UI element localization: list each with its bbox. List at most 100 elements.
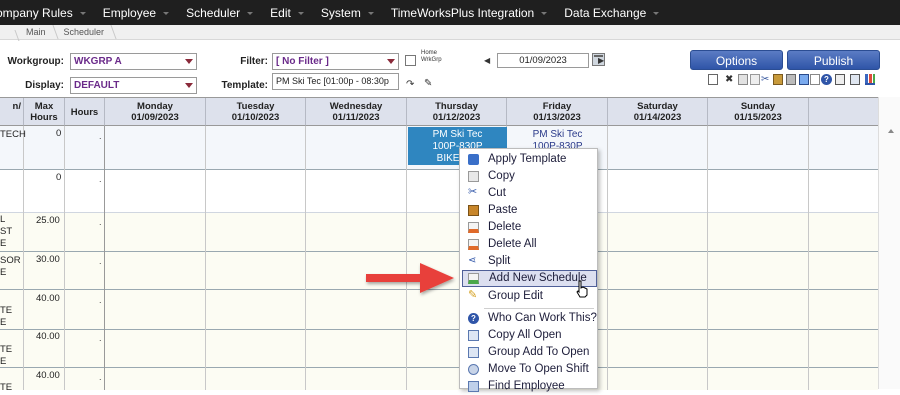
paste-icon[interactable] — [773, 74, 783, 85]
breadcrumb-scheduler[interactable]: Scheduler — [56, 27, 115, 37]
menu-item-apply-template[interactable]: Apply Template — [462, 151, 597, 168]
split-icon: ⋖ — [468, 255, 477, 266]
breadcrumb-main[interactable]: Main — [18, 27, 56, 37]
max-hours-value: 40.00 — [36, 331, 60, 342]
employee-name: L ST E — [0, 214, 13, 249]
menu-item-delete[interactable]: Delete — [462, 219, 597, 236]
employee-name: TE — [0, 382, 13, 393]
next-week-icon[interactable]: ▶ — [598, 56, 604, 65]
menu-timeworksplus-integration[interactable]: TimeWorksPlus Integration — [379, 6, 548, 20]
menu-separator — [484, 308, 594, 309]
template-field[interactable]: PM Ski Tec [01:00p - 08:30p — [272, 73, 399, 90]
header-tuesday[interactable]: Tuesday 01/10/2023 — [206, 98, 306, 126]
apply-template-icon[interactable]: ↷ — [406, 79, 414, 90]
scissors-icon[interactable]: ✂ — [761, 74, 771, 85]
header-employee: n/ — [0, 98, 24, 126]
hand-cursor-icon — [576, 280, 588, 298]
menu-item-find-employee[interactable]: Find Employee — [462, 378, 597, 395]
chevron-down-icon — [297, 11, 304, 15]
menu-item-group-add-to-open[interactable]: Group Add To Open — [462, 344, 597, 361]
menu-item-who-can-work[interactable]: ? Who Can Work This? — [462, 310, 597, 327]
publish-button[interactable]: Publish — [787, 50, 880, 70]
trash-icon[interactable] — [786, 74, 796, 85]
template-icon — [468, 154, 479, 165]
header-monday[interactable]: Monday 01/09/2023 — [105, 98, 206, 126]
add-schedule-icon — [468, 273, 479, 284]
page-icon[interactable] — [810, 74, 820, 85]
employee-name: TECH — [0, 129, 26, 140]
monitor-icon[interactable] — [850, 74, 860, 85]
header-hours: Hours — [65, 98, 105, 126]
employee-name: TE E — [0, 305, 13, 328]
menu-item-move-to-open-shift[interactable]: Move To Open Shift — [462, 361, 597, 378]
header-sunday[interactable]: Sunday 01/15/2023 — [708, 98, 809, 126]
header-saturday[interactable]: Saturday 01/14/2023 — [608, 98, 708, 126]
save-icon[interactable] — [799, 74, 809, 85]
menu-item-paste[interactable]: Paste — [462, 202, 597, 219]
menu-system[interactable]: System — [309, 6, 375, 20]
chevron-down-icon — [163, 11, 170, 15]
red-arrow-annotation — [366, 263, 454, 293]
move-icon — [468, 364, 479, 375]
max-hours-value: 0 — [56, 172, 62, 183]
workgroup-select[interactable]: WKGRP A — [70, 53, 197, 70]
menu-scheduler[interactable]: Scheduler — [174, 6, 254, 20]
home-wrkgrp-checkbox[interactable] — [405, 55, 416, 66]
max-hours-value: 30.00 — [36, 254, 60, 265]
scroll-up-icon[interactable] — [888, 129, 894, 133]
employee-name: TE E — [0, 344, 13, 367]
menu-company-rules[interactable]: ompany Rules — [0, 6, 87, 20]
display-select[interactable]: DEFAULT — [70, 77, 197, 94]
workgroup-label: Workgroup: — [7, 56, 64, 67]
vertical-scrollbar[interactable] — [878, 97, 900, 389]
menu-item-cut[interactable]: ✂ Cut — [462, 185, 597, 202]
chart-icon[interactable] — [865, 74, 875, 85]
chevron-down-icon — [367, 11, 374, 15]
eyedropper-icon[interactable]: ✎ — [424, 78, 432, 89]
help-icon: ? — [468, 313, 479, 324]
expand-icon[interactable] — [708, 74, 718, 85]
hours-value: . — [99, 372, 102, 382]
chevron-down-icon — [541, 11, 548, 15]
max-hours-value: 40.00 — [36, 293, 60, 304]
column-line — [206, 126, 306, 390]
menu-item-delete-all[interactable]: Delete All — [462, 236, 597, 253]
copy-icon[interactable] — [738, 74, 748, 85]
menu-item-copy-all-open[interactable]: Copy All Open — [462, 327, 597, 344]
paste-icon — [468, 205, 479, 216]
find-icon — [468, 381, 479, 392]
filter-label: Filter: — [240, 56, 268, 67]
header-friday[interactable]: Friday 01/13/2023 — [507, 98, 608, 126]
document-icon[interactable] — [750, 74, 760, 85]
employee-name: SOR E — [0, 255, 21, 278]
column-line — [708, 126, 809, 390]
print-icon[interactable] — [835, 74, 845, 85]
menu-edit[interactable]: Edit — [258, 6, 305, 20]
max-hours-value: 40.00 — [36, 370, 60, 381]
help-icon[interactable]: ? — [821, 74, 832, 85]
display-value: DEFAULT — [74, 80, 120, 91]
date-field[interactable]: 01/09/2023 — [497, 53, 589, 68]
menu-employee[interactable]: Employee — [91, 6, 170, 20]
header-thursday[interactable]: Thursday 01/12/2023 — [407, 98, 507, 126]
menu-item-split[interactable]: ⋖ Split — [462, 253, 597, 270]
header-wednesday[interactable]: Wednesday 01/11/2023 — [306, 98, 407, 126]
options-button[interactable]: Options — [690, 50, 783, 70]
breadcrumb: Main Scheduler — [0, 25, 900, 40]
scissors-icon: ✂ — [468, 186, 478, 198]
filter-select[interactable]: [ No Filter ] — [272, 53, 399, 70]
delete-icon — [468, 222, 479, 233]
column-line — [105, 126, 206, 390]
hours-value: . — [99, 174, 102, 184]
prev-week-icon[interactable]: ◀ — [484, 56, 490, 65]
chevron-down-icon — [387, 59, 395, 64]
menu-data-exchange[interactable]: Data Exchange — [552, 6, 660, 20]
header-max-hours: Max Hours — [24, 98, 65, 126]
close-icon[interactable]: ✖ — [725, 74, 735, 85]
menu-item-copy[interactable]: Copy — [462, 168, 597, 185]
chevron-down-icon — [185, 83, 193, 88]
chevron-down-icon — [653, 11, 660, 15]
display-label: Display: — [25, 80, 64, 91]
delete-all-icon — [468, 239, 479, 250]
hours-value: . — [99, 217, 102, 227]
